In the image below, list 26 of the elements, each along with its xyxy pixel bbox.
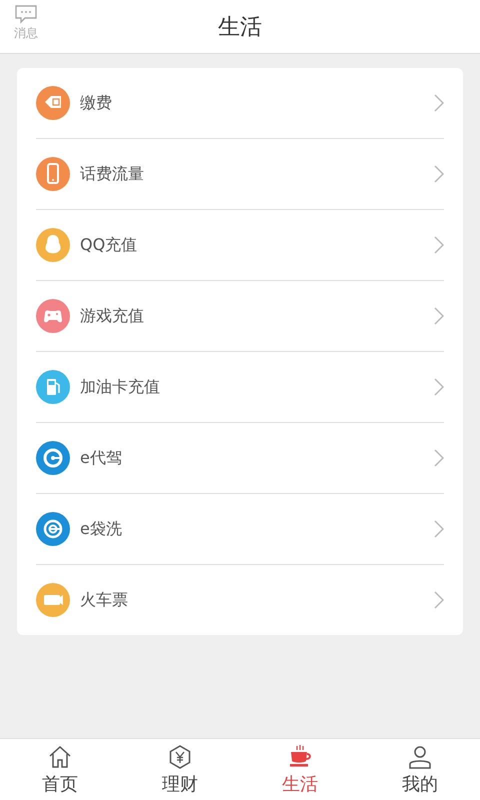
service-label[interactable]: e代驾 <box>80 448 424 468</box>
chat-bubble-icon <box>14 4 38 24</box>
home-icon <box>47 744 73 770</box>
service-label[interactable]: e袋洗 <box>80 518 424 540</box>
person-icon <box>407 744 433 770</box>
chevron-right-icon <box>434 236 444 254</box>
service-label[interactable]: 缴费 <box>80 92 424 114</box>
tab-bar-item[interactable]: 理财 <box>120 739 240 800</box>
service-label[interactable]: QQ充值 <box>80 234 424 256</box>
service-label[interactable]: 话费流量 <box>80 164 424 184</box>
service-label[interactable]: 加油卡充值 <box>80 376 424 398</box>
chevron-right-icon <box>434 307 444 325</box>
chevron-right-icon <box>434 449 444 467</box>
coffee-cup-icon <box>287 744 313 770</box>
yen-hexagon-icon <box>167 744 193 770</box>
tab-bar-item[interactable]: 我的 <box>360 739 480 800</box>
chevron-right-icon <box>434 520 444 538</box>
chevron-right-icon <box>434 591 444 609</box>
page-title: 生活 <box>218 14 262 42</box>
tab-bar-item[interactable]: 首页 <box>0 739 120 800</box>
chevron-right-icon <box>434 378 444 396</box>
chevron-right-icon <box>434 165 444 183</box>
chevron-right-icon <box>434 94 444 112</box>
service-label[interactable]: 游戏充值 <box>80 306 424 326</box>
tab-bar-item[interactable]: 生活 <box>240 739 360 800</box>
service-label[interactable]: 火车票 <box>80 590 424 610</box>
